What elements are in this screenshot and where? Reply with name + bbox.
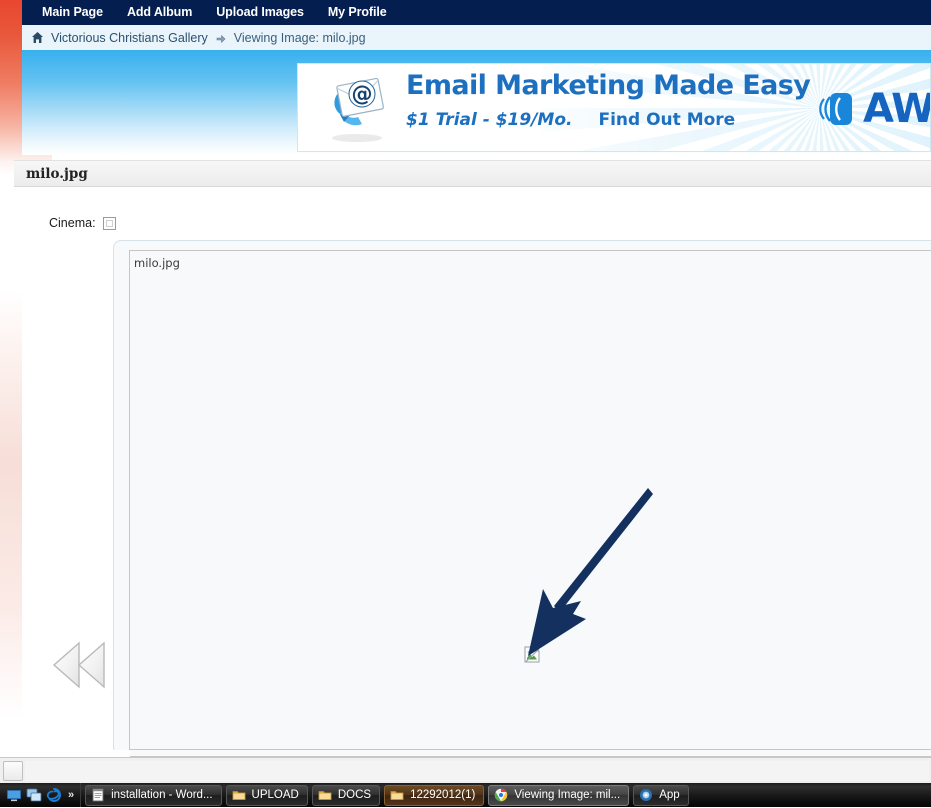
task-label: 12292012(1) bbox=[410, 789, 476, 801]
aweber-logo-icon bbox=[816, 88, 858, 130]
aweber-logo: AWe bbox=[816, 86, 931, 132]
nav-add-album[interactable]: Add Album bbox=[115, 0, 204, 25]
aweber-wordmark: AWe bbox=[863, 86, 931, 132]
app-icon bbox=[639, 788, 653, 802]
switch-window-icon[interactable] bbox=[26, 787, 42, 803]
folder-icon bbox=[318, 788, 332, 802]
task-label: UPLOAD bbox=[251, 789, 299, 801]
cinema-option-row: Cinema: bbox=[49, 216, 116, 230]
page-title-bar: milo.jpg bbox=[14, 160, 931, 187]
ad-text-block: Email Marketing Made Easy $1 Trial - $19… bbox=[406, 70, 811, 130]
task-label: Viewing Image: mil... bbox=[514, 789, 621, 801]
image-box-bottom-edge bbox=[130, 750, 931, 757]
ad-price: $1 Trial - $19/Mo. bbox=[406, 110, 573, 130]
windows-taskbar: » installation - Word... UPLOAD DOCS 122… bbox=[0, 783, 931, 807]
previous-image-button[interactable] bbox=[50, 636, 110, 694]
task-app[interactable]: App bbox=[633, 784, 689, 806]
arrow-right-icon bbox=[215, 32, 227, 44]
ad-cta-link[interactable]: Find Out More bbox=[598, 110, 735, 130]
horizontal-scrollbar[interactable] bbox=[0, 757, 931, 784]
folder-icon bbox=[390, 788, 404, 802]
quick-launch-overflow[interactable]: » bbox=[66, 789, 78, 801]
breadcrumb: Victorious Christians Gallery Viewing Im… bbox=[22, 25, 931, 50]
breadcrumb-root-link[interactable]: Victorious Christians Gallery bbox=[51, 31, 208, 45]
task-label: DOCS bbox=[337, 789, 372, 801]
task-label: App bbox=[659, 789, 680, 801]
task-label: installation - Word... bbox=[111, 789, 213, 801]
image-alt-text: milo.jpg bbox=[134, 256, 180, 270]
quick-launch-bar: » bbox=[0, 783, 82, 807]
task-upload[interactable]: UPLOAD bbox=[225, 784, 308, 806]
internet-explorer-icon[interactable] bbox=[46, 787, 62, 803]
ad-headline: Email Marketing Made Easy bbox=[406, 70, 811, 101]
folder-icon bbox=[232, 788, 246, 802]
broken-image-icon bbox=[524, 646, 541, 663]
cinema-label: Cinema: bbox=[49, 216, 96, 230]
email-envelope-icon: @ bbox=[320, 74, 394, 144]
advertisement-banner[interactable]: @ Email Marketing Made Easy $1 Trial - $… bbox=[297, 63, 931, 152]
chrome-icon bbox=[494, 788, 508, 802]
top-navigation-bar: Main Page Add Album Upload Images My Pro… bbox=[22, 0, 931, 25]
page-title: milo.jpg bbox=[26, 165, 88, 182]
svg-text:@: @ bbox=[352, 82, 373, 106]
nav-main-page[interactable]: Main Page bbox=[30, 0, 115, 25]
task-12292012[interactable]: 12292012(1) bbox=[384, 784, 485, 806]
breadcrumb-current: Viewing Image: milo.jpg bbox=[233, 30, 366, 45]
task-viewing-image[interactable]: Viewing Image: mil... bbox=[488, 784, 630, 806]
home-icon[interactable] bbox=[31, 31, 44, 44]
left-edge-gradient-lower bbox=[0, 290, 22, 720]
show-desktop-icon[interactable] bbox=[6, 787, 22, 803]
cinema-checkbox[interactable] bbox=[102, 216, 116, 230]
image-display-area: milo.jpg bbox=[129, 250, 931, 750]
notepad-icon bbox=[91, 788, 105, 802]
scrollbar-track[interactable] bbox=[25, 761, 929, 781]
scroll-left-icon[interactable] bbox=[3, 761, 23, 781]
task-installation-word[interactable]: installation - Word... bbox=[85, 784, 222, 806]
nav-my-profile[interactable]: My Profile bbox=[316, 0, 399, 25]
nav-upload-images[interactable]: Upload Images bbox=[204, 0, 316, 25]
task-docs[interactable]: DOCS bbox=[311, 784, 381, 806]
